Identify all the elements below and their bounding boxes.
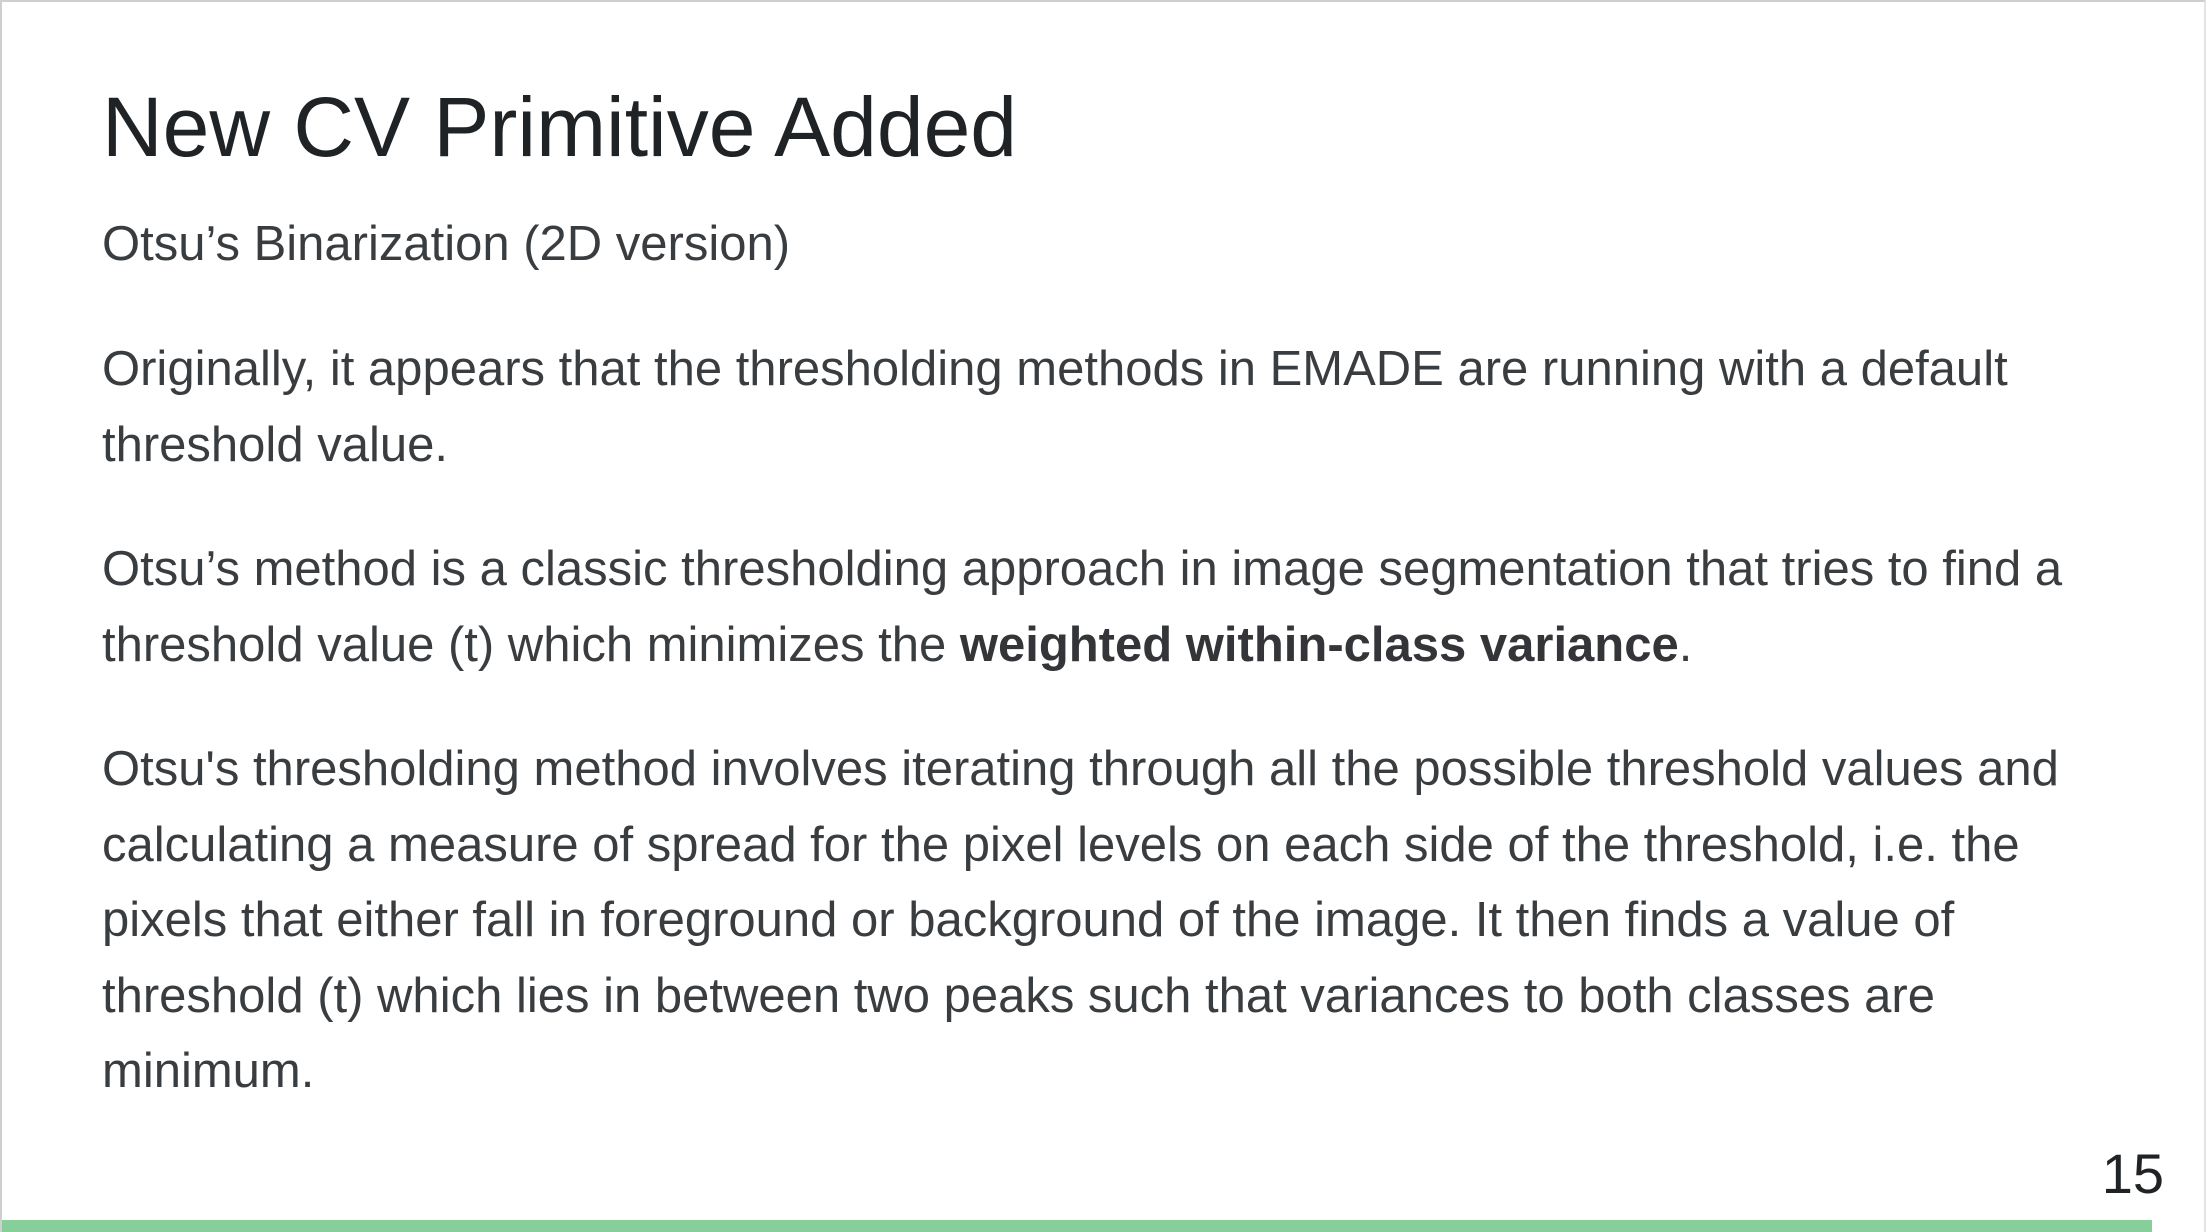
bold-phrase-weighted-variance: weighted within-class variance (959, 617, 1679, 672)
paragraph-default-threshold: Originally, it appears that the threshol… (102, 342, 2008, 472)
paragraph-otsu-method-end: . (1678, 617, 1693, 672)
accent-bar (2, 1220, 2152, 1232)
page-number: 15 (2101, 1142, 2164, 1205)
slide: New CV Primitive Added Otsu’s Binarizati… (0, 0, 2206, 1232)
paragraph-otsu-method: Otsu’s method is a classic thresholding … (102, 532, 2152, 683)
slide-subtitle: Otsu’s Binarization (2D version) (102, 217, 791, 271)
slide-title: New CV Primitive Added (102, 80, 1018, 174)
paragraph-otsu-iteration: Otsu's thresholding method involves iter… (102, 742, 2059, 1098)
